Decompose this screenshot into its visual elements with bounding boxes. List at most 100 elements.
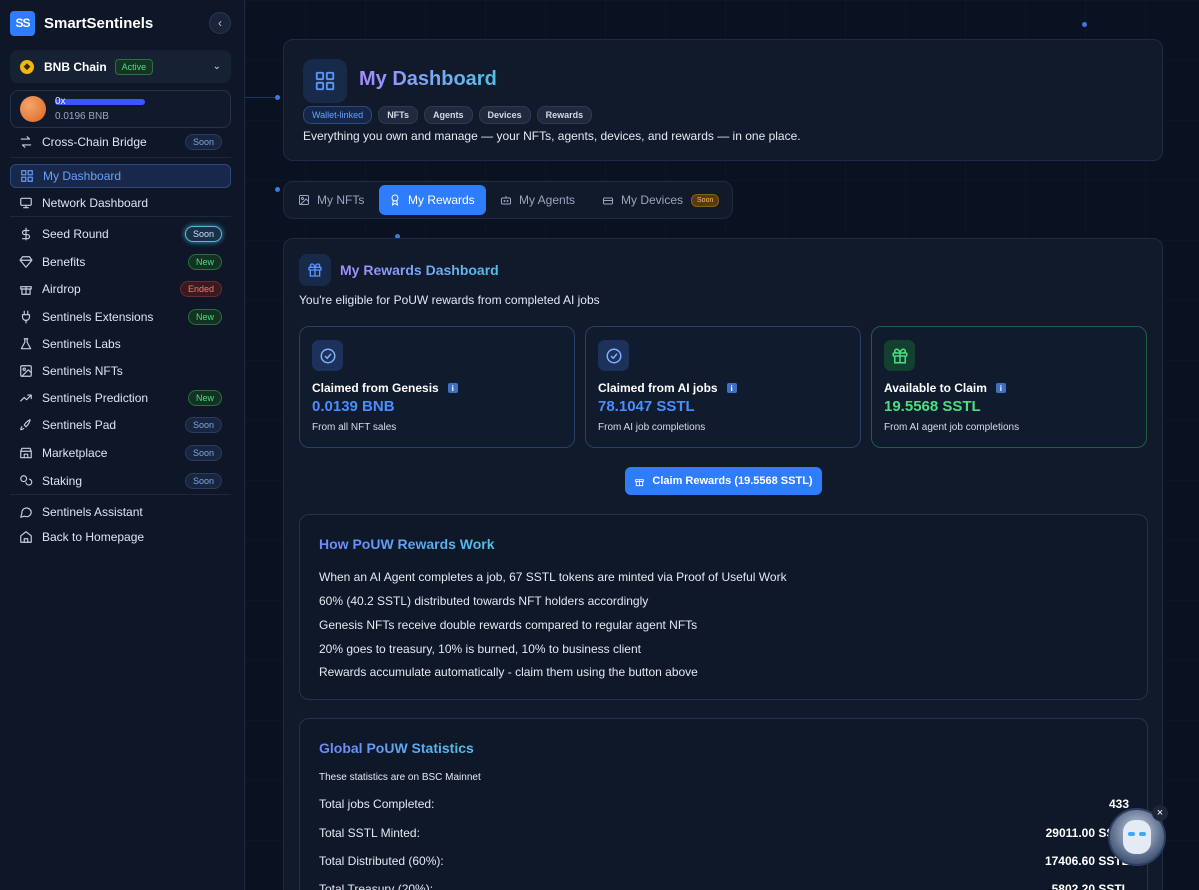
stat-value: 0.0139 BNB [312,398,395,415]
chain-name: BNB Chain [44,59,107,74]
sidebar-item-sentinels-labs[interactable]: Sentinels Labs [10,332,231,356]
close-icon[interactable]: × [1152,805,1168,821]
tab-my-nfts[interactable]: My NFTs [288,185,376,215]
store-icon [19,446,33,460]
device-icon [603,197,613,205]
bnb-icon: ◆ [20,59,34,74]
dollar-icon [19,227,33,241]
page-description: Everything you own and manage — your NFT… [303,129,801,143]
tab-my-devices[interactable]: My Devices Soon [592,185,730,215]
sidebar-item-cross-chain-bridge[interactable]: Cross-Chain Bridge Soon [10,130,231,154]
wallet-balance: 0.0196 BNB [55,111,109,122]
chip-wallet-linked: Wallet-linked [303,106,373,124]
stat-row: Total Distributed (60%): 17406.60 SSTL [319,854,1129,868]
stat-label: Claimed from AI jobs i [598,381,737,395]
wallet-card[interactable]: 0x 0.0196 BNB [10,90,231,128]
chevron-down-icon[interactable]: ⌄ [213,61,221,72]
sidebar-item-label: Sentinels Prediction [42,391,149,405]
stat-row: Total SSTL Minted: 29011.00 SSTL [319,826,1129,840]
sidebar-item-label: Benefits [42,255,86,269]
claim-button-label: Claim Rewards (19.5568 SSTL) [652,475,813,487]
tab-label: My NFTs [317,193,365,207]
brand[interactable]: SS SmartSentinels [10,10,153,36]
status-badge: New [187,390,222,406]
bot-icon [501,196,511,205]
global-title: Global PoUW Statistics [319,740,474,756]
monitor-icon [19,196,33,210]
global-stats-panel: Global PoUW Statistics These statistics … [299,718,1148,890]
status-badge: Soon [184,134,222,150]
home-icon [19,530,33,544]
info-icon[interactable]: i [726,383,737,393]
chevron-left-icon[interactable]: ‹ [209,12,231,34]
sidebar-divider [10,494,231,495]
stat-note: From AI job completions [598,422,706,433]
gift-icon [19,282,33,296]
sidebar-item-seed-round[interactable]: Seed Round Soon [10,222,231,246]
sidebar-item-back-to-homepage[interactable]: Back to Homepage [10,525,231,549]
sidebar-item-label: Sentinels Pad [42,418,117,432]
rewards-dashboard-card: My Rewards Dashboard You're eligible for… [283,238,1163,890]
sidebar-item-sentinels-prediction[interactable]: Sentinels Prediction New [10,386,231,410]
sidebar-divider [10,216,231,217]
sidebar-item-label: Sentinels Assistant [42,505,143,519]
grid-icon [20,169,34,183]
sidebar-item-sentinels-nfts[interactable]: Sentinels NFTs [10,359,231,383]
status-badge: Soon [184,445,222,461]
stat-note: From AI agent job completions [884,422,1020,433]
chip-devices: Devices [478,106,531,124]
brand-name: SmartSentinels [44,14,154,32]
status-badge: Soon [184,417,222,433]
how-line: 20% goes to treasury, 10% is burned, 10%… [319,642,641,656]
decor-dot [275,187,280,192]
sidebar-item-network-dashboard[interactable]: Network Dashboard [10,191,231,215]
sidebar-item-label: Sentinels Extensions [42,310,154,324]
sidebar-item-staking[interactable]: Staking Soon [10,469,231,493]
decor-dot [1082,22,1087,27]
tab-my-agents[interactable]: My Agents [490,185,588,215]
stat-card-genesis: Claimed from Genesis i 0.0139 BNB From al… [299,326,575,448]
sidebar-item-sentinels-pad[interactable]: Sentinels Pad Soon [10,413,231,437]
rocket-icon [19,418,33,432]
tab-label: My Devices [621,193,684,207]
soon-badge: Soon [691,193,720,207]
chip-nfts: NFTs [378,106,419,124]
sidebar-item-label: Sentinels Labs [42,337,121,351]
page-title: My Dashboard [359,68,497,90]
check-circle-icon [312,340,343,371]
info-icon[interactable]: i [995,383,1006,393]
gift-icon [299,254,331,286]
claim-rewards-button[interactable]: Claim Rewards (19.5568 SSTL) [625,467,822,495]
redaction-scribble [55,99,145,105]
chain-selector[interactable]: ◆ BNB Chain Active ⌄ [10,50,231,83]
how-line: When an AI Agent completes a job, 67 SST… [319,570,787,584]
sidebar-item-marketplace[interactable]: Marketplace Soon [10,441,231,465]
sidebar-item-sentinels-assistant[interactable]: Sentinels Assistant [10,500,231,524]
sidebar-item-airdrop[interactable]: Airdrop Ended [10,277,231,301]
sidebar-item-benefits[interactable]: Benefits New [10,250,231,274]
stat-label: Claimed from Genesis i [312,381,458,395]
sidebar-item-label: Staking [42,474,83,488]
dashboard-header-card: My Dashboard Wallet-linked NFTs Agents D… [283,39,1163,161]
trend-icon [19,391,33,405]
check-circle-icon [598,340,629,371]
status-badge: New [187,309,222,325]
robot-icon [1123,820,1151,854]
global-note: These statistics are on BSC Mainnet [319,772,481,783]
wallet-address: 0x [55,96,145,109]
sidebar-item-label: Airdrop [42,282,81,296]
flask-icon [19,337,33,351]
stat-card-available: Available to Claim i 19.5568 SSTL From AI… [871,326,1147,448]
tab-label: My Rewards [408,193,475,207]
stat-card-ai-jobs: Claimed from AI jobs i 78.1047 SSTL From … [585,326,861,448]
avatar [20,96,46,122]
sidebar-item-sentinels-extensions[interactable]: Sentinels Extensions New [10,305,231,329]
stat-note: From all NFT sales [312,422,397,433]
tab-my-rewards[interactable]: My Rewards [379,185,486,215]
info-icon[interactable]: i [447,383,458,393]
gift-icon [884,340,915,371]
sidebar-item-my-dashboard[interactable]: My Dashboard [10,164,231,188]
swap-icon [19,135,33,149]
sidebar-item-label: Network Dashboard [42,196,149,210]
image-icon [299,195,309,205]
